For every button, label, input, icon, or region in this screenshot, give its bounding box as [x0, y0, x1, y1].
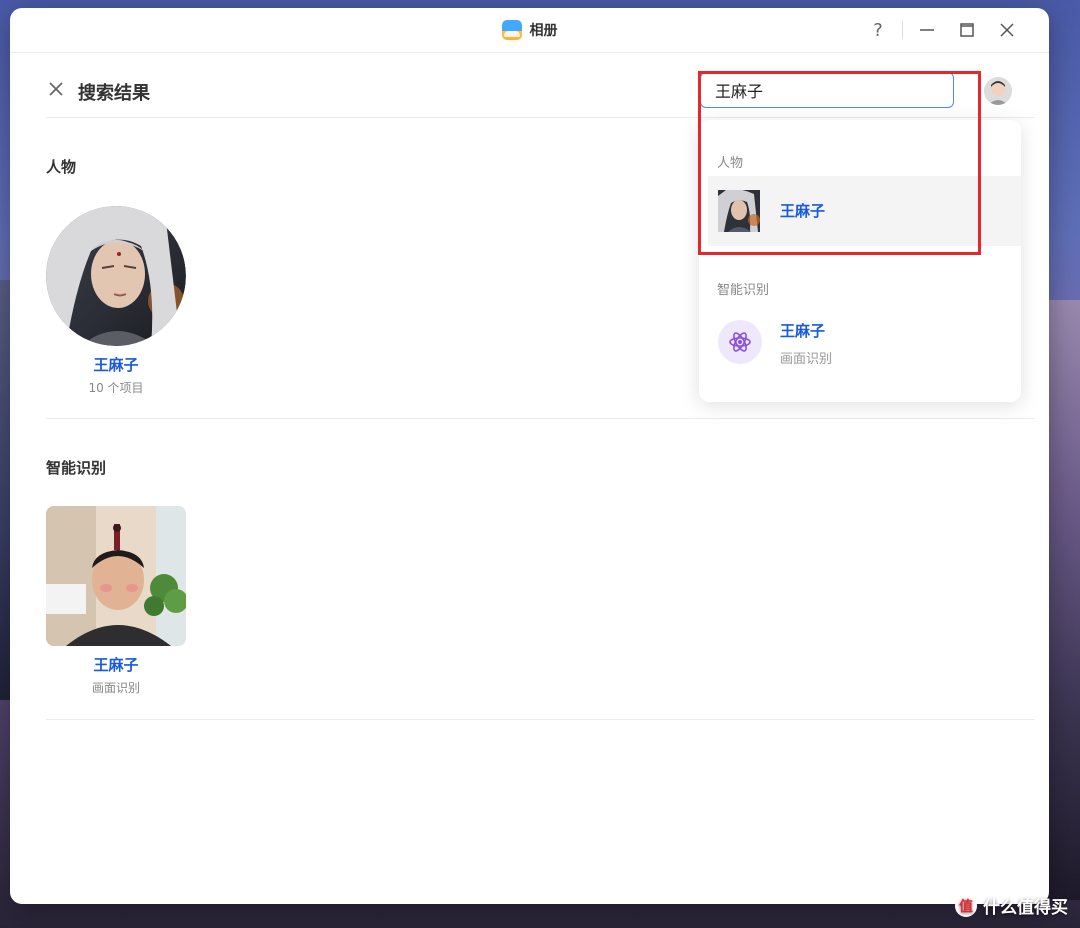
- photos-window: 相册 ? 搜索结果 王麻子 人物 王麻子 10 个项目 智能识别 王麻子 画面识…: [10, 8, 1049, 904]
- suggestion-person-item[interactable]: 王麻子: [708, 176, 1021, 246]
- suggestion-ai-item[interactable]: 王麻子 画面识别: [708, 310, 1021, 380]
- close-icon: [1000, 23, 1014, 37]
- ai-photo-card[interactable]: 王麻子 画面识别: [46, 506, 186, 696]
- photos-app-icon: [501, 20, 522, 40]
- page-title: 搜索结果: [78, 83, 150, 104]
- window-controls: ?: [858, 18, 1027, 42]
- title-bar: 相册 ?: [10, 8, 1049, 53]
- suggestion-person-name: 王麻子: [780, 202, 826, 220]
- ai-photo: [46, 506, 186, 646]
- people-section-title: 人物: [46, 158, 77, 176]
- close-search-button[interactable]: [46, 79, 66, 99]
- atom-icon: [729, 332, 751, 352]
- window-controls-separator: [902, 21, 903, 39]
- ai-recognition-badge: [718, 320, 762, 364]
- site-watermark: 值 什么值得买: [955, 893, 1068, 918]
- window-title: 相册: [529, 23, 558, 39]
- help-button[interactable]: ?: [858, 18, 898, 42]
- suggestion-group-people: 人物: [717, 156, 744, 171]
- section-divider: [46, 418, 1035, 419]
- search-suggestions-dropdown: 人物 王麻子 智能识别 王麻子 画面识别: [699, 120, 1021, 402]
- maximize-button[interactable]: [947, 18, 987, 42]
- person-card[interactable]: 王麻子 10 个项目: [46, 206, 186, 396]
- suggestion-ai-sub: 画面识别: [780, 352, 833, 367]
- help-icon: ?: [873, 19, 883, 41]
- suggestion-ai-name: 王麻子: [780, 322, 826, 340]
- close-icon: [49, 82, 63, 96]
- watermark-badge: 值: [955, 894, 977, 917]
- ai-card-sub: 画面识别: [91, 681, 140, 695]
- person-portrait: [46, 206, 186, 346]
- minimize-icon: [920, 29, 934, 31]
- search-input[interactable]: [700, 72, 954, 108]
- watermark-text: 什么值得买: [983, 898, 1068, 918]
- close-window-button[interactable]: [987, 18, 1027, 42]
- suggestion-group-ai: 智能识别: [717, 283, 770, 298]
- person-card-count: 10 个项目: [88, 381, 144, 395]
- user-avatar[interactable]: [984, 77, 1012, 105]
- ai-card-name: 王麻子: [93, 656, 139, 674]
- section-divider: [46, 719, 1035, 720]
- person-card-name: 王麻子: [93, 356, 139, 374]
- ai-section-title: 智能识别: [46, 459, 107, 477]
- maximize-icon: [960, 23, 974, 37]
- avatar: [984, 77, 1012, 105]
- suggestion-person-thumb: [718, 190, 760, 232]
- minimize-button[interactable]: [907, 18, 947, 42]
- title-center: 相册: [501, 20, 558, 40]
